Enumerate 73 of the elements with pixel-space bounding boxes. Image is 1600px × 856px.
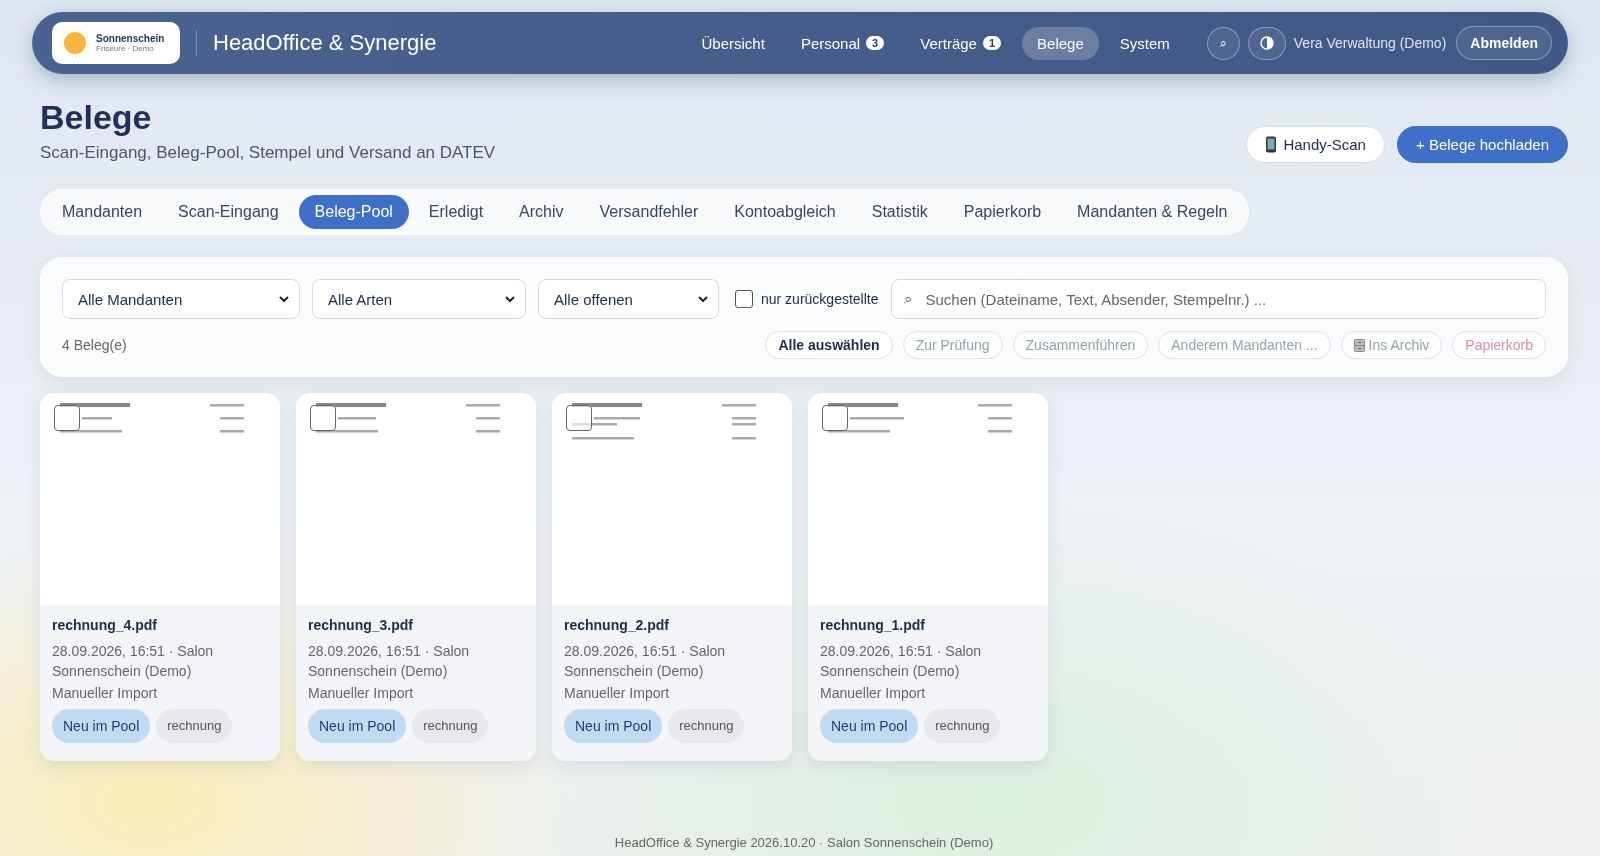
tab[interactable]: Papierkorb xyxy=(947,195,1058,229)
page-title: Belege xyxy=(40,98,153,137)
tab[interactable]: Scan-Eingang xyxy=(162,195,295,229)
page-subtitle: Scan-Eingang, Beleg-Pool, Stempel und Versand an DATEV xyxy=(40,143,496,163)
type-tag: rechnung xyxy=(412,709,489,743)
tab[interactable]: Archiv xyxy=(503,195,580,229)
document-source: Manueller Import xyxy=(308,685,415,701)
status-badge: Neu im Pool xyxy=(308,709,407,743)
chevron-icon xyxy=(279,295,289,303)
tab[interactable]: Statistik xyxy=(855,195,944,229)
document-meta: 28.09.2026, 16:51 · Salon Sonnenschein (Demo) xyxy=(308,642,471,681)
nav-item[interactable]: Verträge 1 xyxy=(905,26,1017,60)
select-checkbox[interactable] xyxy=(566,405,592,431)
filter-dropdown[interactable]: Alle Arten xyxy=(312,279,526,319)
tab[interactable]: Mandanten xyxy=(46,195,159,229)
nav-item[interactable]: Übersicht xyxy=(686,26,780,60)
footer-text: HeadOffice & Synergie 2026.10.20 · Salon Sonnenschein (Demo) xyxy=(614,835,994,850)
file-name: rechnung_2.pdf xyxy=(564,617,670,633)
filter-dropdown[interactable]: Alle Mandanten xyxy=(62,279,300,319)
tab[interactable]: Beleg-Pool xyxy=(298,195,409,229)
document-card[interactable]: rechnung_4.pdf 28.09.2026, 16:51 · Salon Sonnenschein (Demo) Manueller Import Neu im Pool rechnung xyxy=(40,393,280,761)
nav-item[interactable]: System xyxy=(1104,26,1185,60)
document-source: Manueller Import xyxy=(820,685,927,701)
select-checkbox[interactable] xyxy=(310,405,336,431)
type-tag: rechnung xyxy=(924,709,1001,743)
file-name: rechnung_4.pdf xyxy=(52,617,158,633)
count-badge: 1 xyxy=(982,36,1002,50)
document-card[interactable]: rechnung_2.pdf 28.09.2026, 16:51 · Salon Sonnenschein (Demo) Manueller Import Neu im Pool rechnung xyxy=(552,393,792,761)
document-card[interactable]: rechnung_3.pdf 28.09.2026, 16:51 · Salon Sonnenschein (Demo) Manueller Import Neu im Pool rechnung xyxy=(296,393,536,761)
cabinet-icon xyxy=(1353,338,1365,352)
phone-icon xyxy=(1265,136,1278,153)
tab[interactable]: Versandfehler xyxy=(583,195,715,229)
select-checkbox[interactable] xyxy=(54,405,80,431)
chevron-icon xyxy=(698,295,708,303)
bulk-action-button[interactable]: Alle auswählen xyxy=(765,331,893,359)
document-meta: 28.09.2026, 16:51 · Salon Sonnenschein (Demo) xyxy=(564,642,727,681)
user-name: Vera Verwaltung (Demo) xyxy=(1293,35,1447,51)
status-badge: Neu im Pool xyxy=(820,709,919,743)
logout-button[interactable]: Abmelden xyxy=(1456,26,1552,60)
theme-toggle-button[interactable] xyxy=(1247,26,1286,60)
document-source: Manueller Import xyxy=(52,685,159,701)
logo[interactable]: Sonnenschein Friseure · Demo xyxy=(52,22,180,64)
contrast-icon xyxy=(1259,36,1274,50)
result-count: 4 Beleg(e) xyxy=(62,337,128,353)
status-badge: Neu im Pool xyxy=(52,709,151,743)
checkbox[interactable] xyxy=(735,290,753,308)
chevron-icon xyxy=(505,295,515,303)
type-tag: rechnung xyxy=(668,709,745,743)
file-name: rechnung_3.pdf xyxy=(308,617,414,633)
upload-button[interactable]: + Belege hochladen xyxy=(1396,126,1568,163)
select-checkbox[interactable] xyxy=(822,405,848,431)
document-card[interactable]: rechnung_1.pdf 28.09.2026, 16:51 · Salon Sonnenschein (Demo) Manueller Import Neu im Pool rechnung xyxy=(808,393,1048,761)
tab[interactable]: Erledigt xyxy=(412,195,500,229)
sun-icon xyxy=(60,28,90,58)
app-title: HeadOffice & Synergie xyxy=(213,30,437,55)
file-name: rechnung_1.pdf xyxy=(820,617,926,633)
logo-tagline: Friseure · Demo xyxy=(96,44,155,53)
document-meta: 28.09.2026, 16:51 · Salon Sonnenschein (Demo) xyxy=(820,642,983,681)
filter-dropdown[interactable]: Alle offenen xyxy=(538,279,719,319)
type-tag: rechnung xyxy=(156,709,233,743)
document-meta: 28.09.2026, 16:51 · Salon Sonnenschein (Demo) xyxy=(52,642,215,681)
status-badge: Neu im Pool xyxy=(564,709,663,743)
tab[interactable]: Mandanten & Regeln xyxy=(1061,195,1244,229)
nav-item[interactable]: Personal 3 xyxy=(785,26,900,60)
search-button[interactable]: ⌕ xyxy=(1206,26,1240,60)
checkbox-label: nur zurückgestellte xyxy=(761,291,879,307)
logo-name: Sonnenschein xyxy=(96,33,165,44)
count-badge: 3 xyxy=(866,36,885,50)
nav-item[interactable]: Belege xyxy=(1022,26,1099,60)
search-field[interactable]: ⌕ Suchen (Dateiname, Text, Absender, Stempelnr.) ... xyxy=(890,279,1546,319)
document-source: Manueller Import xyxy=(564,685,671,701)
scan-button[interactable]: Handy-Scan xyxy=(1246,126,1385,163)
tab[interactable]: Kontoabgleich xyxy=(718,195,852,229)
